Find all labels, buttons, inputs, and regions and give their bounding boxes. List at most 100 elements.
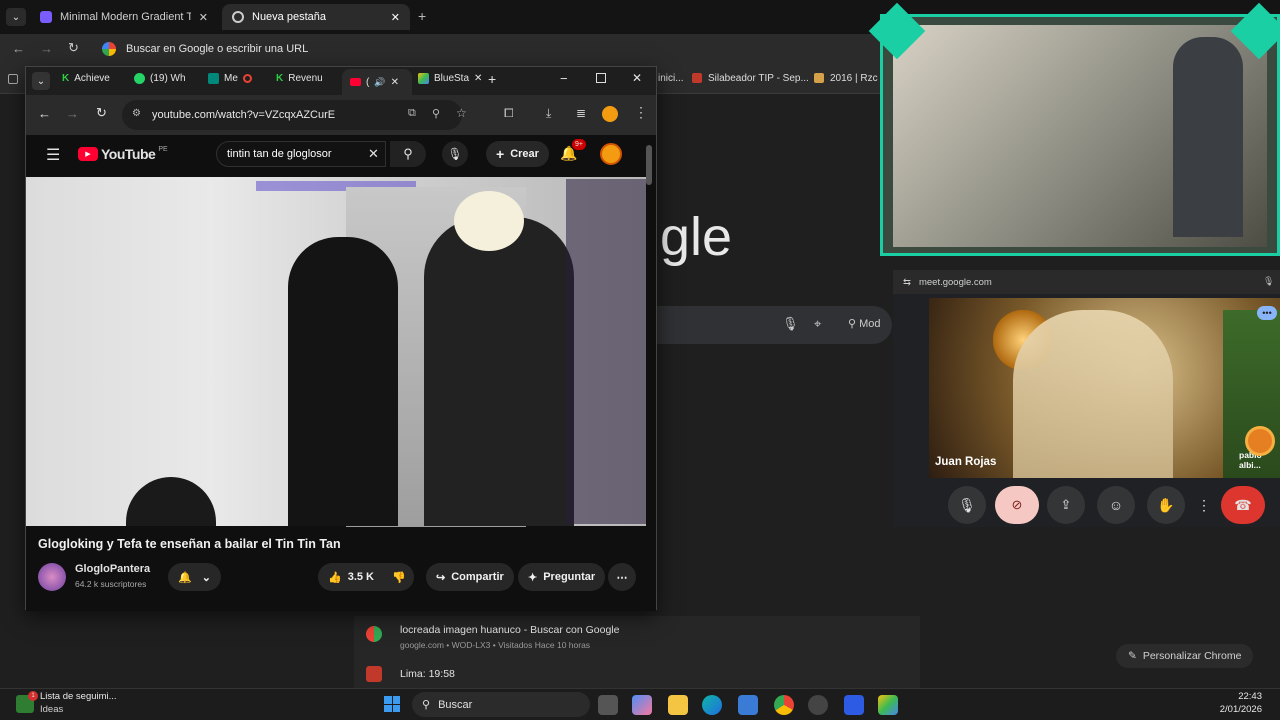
close-window-icon[interactable]: ✕ bbox=[632, 71, 642, 85]
clock-date[interactable]: 2/01/2026 bbox=[1200, 704, 1262, 715]
profile-avatar[interactable] bbox=[602, 106, 618, 122]
voice-search-icon[interactable]: 🎙 bbox=[442, 141, 468, 167]
clock-time[interactable]: 22:43 bbox=[1216, 691, 1262, 702]
tab-list-button[interactable]: ⌄ bbox=[6, 8, 26, 26]
meet-site-icon: ⇆ bbox=[903, 276, 911, 288]
microphone-button-icon[interactable]: 🎙 bbox=[948, 486, 986, 524]
share-button[interactable]: ↪ Compartir bbox=[426, 563, 514, 591]
account-avatar[interactable] bbox=[600, 143, 622, 165]
new-tab-icon[interactable]: + bbox=[488, 71, 496, 87]
more-menu-icon[interactable]: ⋮ bbox=[634, 104, 648, 121]
hang-up-icon[interactable]: ☎ bbox=[1221, 486, 1265, 524]
ask-label: Preguntar bbox=[543, 571, 596, 583]
notification-badge: 9+ bbox=[572, 139, 586, 150]
bookmark-star-icon[interactable]: ☆ bbox=[456, 106, 467, 120]
page-scrollbar[interactable] bbox=[646, 145, 652, 185]
close-icon[interactable]: ✕ bbox=[391, 77, 399, 88]
forward-arrow-icon[interactable]: → bbox=[40, 41, 53, 56]
search-input[interactable]: tintin tan de gloglosor bbox=[216, 141, 386, 167]
lens-icon[interactable]: ⌖ bbox=[814, 316, 821, 332]
emoji-reaction-icon[interactable]: ☺ bbox=[1097, 486, 1135, 524]
download-icon[interactable]: ⤓ bbox=[546, 106, 551, 121]
mic-icon[interactable]: 🎙 bbox=[782, 316, 799, 332]
close-icon[interactable]: ✕ bbox=[199, 11, 208, 24]
omnibox[interactable]: Buscar en Google o escribir una URL bbox=[126, 43, 308, 55]
site-info-icon[interactable]: ⚙ bbox=[132, 108, 141, 119]
clear-search-icon[interactable]: ✕ bbox=[368, 146, 379, 162]
bookmark-item[interactable]: Silabeador TIP - Sep... bbox=[708, 73, 809, 84]
back-tab-1[interactable]: Minimal Modern Gradient The ✕ bbox=[30, 4, 218, 30]
edge-icon[interactable] bbox=[702, 695, 722, 715]
present-screen-icon[interactable]: ⇪ bbox=[1047, 486, 1085, 524]
bookmark-favicon-icon bbox=[814, 73, 824, 83]
back-arrow-icon[interactable]: ← bbox=[38, 106, 51, 121]
hamburger-icon[interactable]: ☰ bbox=[46, 145, 60, 165]
taskbar-search[interactable]: ⚲ Buscar bbox=[412, 692, 590, 717]
maximize-icon[interactable] bbox=[596, 73, 606, 83]
ai-mode-button[interactable]: ⚲ Mod bbox=[848, 317, 881, 330]
search-button-icon[interactable]: ⚲ bbox=[390, 141, 426, 167]
bookmark-item[interactable]: 2016 | Rzc bbox=[830, 73, 878, 84]
history-title[interactable]: locreada imagen huanuco - Buscar con Goo… bbox=[400, 624, 619, 636]
minimize-icon[interactable]: − bbox=[560, 71, 568, 86]
bell-icon: 🔔 bbox=[178, 571, 192, 584]
customize-chrome-button[interactable]: ✎ Personalizar Chrome bbox=[1116, 644, 1254, 668]
tab-title: Nueva pestaña bbox=[252, 11, 326, 23]
back-tab-2[interactable]: Nueva pestaña ✕ bbox=[222, 4, 410, 30]
bookmark-item[interactable]: inici... bbox=[658, 73, 684, 84]
store-icon[interactable] bbox=[738, 695, 758, 715]
channel-name[interactable]: GlogloPantera bbox=[75, 563, 150, 575]
windows-start-icon[interactable] bbox=[384, 696, 400, 712]
search-label: Buscar bbox=[438, 698, 473, 711]
extensions-icon[interactable]: ⧠ bbox=[504, 106, 514, 121]
bluestacks-taskbar-icon[interactable] bbox=[878, 695, 898, 715]
copilot-icon[interactable] bbox=[632, 695, 652, 715]
reload-icon[interactable]: ↻ bbox=[68, 40, 79, 56]
like-button[interactable]: 👍 3.5 K bbox=[318, 563, 384, 591]
close-icon[interactable]: ✕ bbox=[474, 73, 482, 84]
video-player[interactable] bbox=[26, 177, 646, 527]
apps-icon[interactable] bbox=[8, 74, 18, 84]
reload-icon[interactable]: ↻ bbox=[96, 105, 107, 121]
widget-subtitle: Ideas bbox=[40, 704, 64, 715]
media-control-icon[interactable]: ≣ bbox=[576, 106, 586, 120]
tab-youtube-active[interactable]: ( 🔊 ✕ bbox=[342, 69, 412, 95]
tab-whatsapp[interactable]: (19) Wh bbox=[134, 73, 186, 84]
dislike-button[interactable]: 👎 bbox=[384, 563, 414, 591]
raise-hand-icon[interactable]: ✋ bbox=[1147, 486, 1185, 524]
canva-favicon-icon bbox=[40, 11, 52, 23]
more-vert-icon[interactable]: ⋮ bbox=[1195, 486, 1213, 524]
forward-arrow-icon[interactable]: → bbox=[66, 106, 79, 121]
app-icon[interactable] bbox=[844, 695, 864, 715]
new-tab-icon[interactable]: + bbox=[418, 8, 426, 24]
subscribed-button[interactable]: 🔔 ⌄ bbox=[168, 563, 221, 591]
youtube-logo[interactable]: ▶ YouTube PE bbox=[78, 146, 168, 162]
chrome-icon[interactable] bbox=[774, 695, 794, 715]
file-explorer-icon[interactable] bbox=[668, 695, 688, 715]
back-arrow-icon[interactable]: ← bbox=[12, 41, 25, 56]
close-icon[interactable]: ✕ bbox=[391, 11, 400, 24]
app-icon[interactable] bbox=[808, 695, 828, 715]
address-bar[interactable]: ⚙ youtube.com/watch?v=VZcqxAZCurE ⧉ ⚲ ☆ bbox=[122, 100, 467, 130]
history-title[interactable]: Lima: 19:58 bbox=[400, 668, 455, 680]
more-actions-button[interactable]: ⋯ bbox=[608, 563, 636, 591]
ntp-search-box[interactable]: 🎙 ⌖ ⚲ Mod bbox=[656, 306, 892, 344]
install-icon[interactable]: ⧉ bbox=[408, 107, 416, 120]
mic-status-icon: 🎙 bbox=[1263, 276, 1275, 286]
tab-meet[interactable]: Me bbox=[208, 73, 252, 84]
more-options-icon[interactable]: ••• bbox=[1257, 306, 1277, 320]
tab-achieve[interactable]: K Achieve bbox=[62, 73, 110, 84]
tab-list-button[interactable]: ⌄ bbox=[32, 72, 50, 90]
ask-button[interactable]: ✦ Preguntar bbox=[518, 563, 606, 591]
camera-off-button-icon[interactable]: ⊘ bbox=[995, 486, 1039, 524]
widget-title[interactable]: Lista de seguimi... bbox=[40, 691, 117, 702]
tab-revenue[interactable]: K Revenu bbox=[276, 73, 323, 84]
create-button[interactable]: + Crear bbox=[486, 141, 549, 167]
channel-avatar[interactable] bbox=[38, 563, 66, 591]
zoom-icon[interactable]: ⚲ bbox=[432, 107, 440, 120]
history-list: locreada imagen huanuco - Buscar con Goo… bbox=[354, 616, 920, 688]
tab-bluestacks[interactable]: BlueSta ✕ bbox=[418, 73, 482, 84]
tab-title: (19) Wh bbox=[150, 73, 186, 84]
task-view-icon[interactable] bbox=[598, 695, 618, 715]
speaker-icon[interactable]: 🔊 bbox=[374, 77, 385, 88]
